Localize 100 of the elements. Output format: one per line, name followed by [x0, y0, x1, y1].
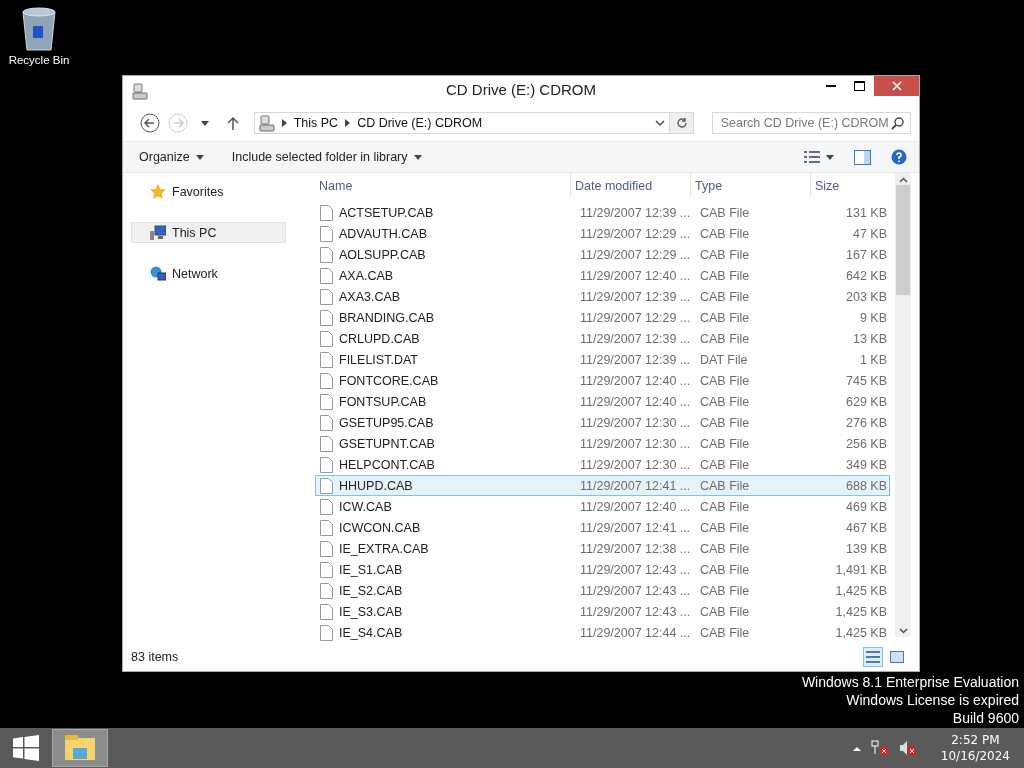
caret-icon: [826, 154, 834, 160]
size-cell-text: 167 KB: [845, 247, 887, 262]
speaker-muted-icon[interactable]: [898, 740, 917, 756]
column-header[interactable]: Size: [810, 173, 890, 198]
nav-item[interactable]: This PC: [131, 222, 286, 243]
file-name: ADVAUTH.CAB: [339, 226, 427, 241]
file-row[interactable]: GSETUP95.CAB 11/29/2007 12:30 ... CAB File 276 KB: [315, 412, 890, 433]
file-row[interactable]: IE_S3.CAB 11/29/2007 12:43 ... CAB File 1,425 KB: [315, 601, 890, 622]
type-cell-text: CAB File: [699, 373, 751, 388]
date-cell-text: 11/29/2007 12:43 ...: [579, 604, 692, 619]
caret-icon: [413, 154, 422, 160]
date-cell-text: 11/29/2007 12:29 ...: [579, 247, 692, 262]
type-cell-text: CAB File: [699, 541, 751, 556]
file-row[interactable]: ADVAUTH.CAB 11/29/2007 12:29 ... CAB File 47 KB: [315, 223, 890, 244]
file-row[interactable]: IE_S1.CAB 11/29/2007 12:43 ... CAB File 1,491 KB: [315, 559, 890, 580]
address-bar[interactable]: This PC CD Drive (E:) CDROM: [253, 112, 670, 134]
file-icon: [320, 540, 333, 557]
type-cell-text: CAB File: [699, 499, 751, 514]
refresh-button[interactable]: [669, 112, 694, 134]
file-name: ICWCON.CAB: [339, 520, 421, 535]
file-row[interactable]: FONTSUP.CAB 11/29/2007 12:40 ... CAB File 629 KB: [315, 391, 890, 412]
file-name: AXA.CAB: [339, 268, 394, 283]
file-row[interactable]: FONTCORE.CAB 11/29/2007 12:40 ... CAB File 745 KB: [315, 370, 890, 391]
file-row[interactable]: FILELIST.DAT 11/29/2007 12:39 ... DAT File 1 KB: [315, 349, 890, 370]
clock[interactable]: 2:52 PM 10/16/2024: [940, 732, 1010, 764]
breadcrumb[interactable]: CD Drive (E:) CDROM: [357, 116, 483, 130]
scroll-down-icon[interactable]: [898, 628, 908, 634]
view-options-button[interactable]: [804, 151, 834, 163]
recycle-bin-icon[interactable]: [19, 6, 59, 52]
file-icon: [320, 561, 333, 578]
file-row[interactable]: IE_S2.CAB 11/29/2007 12:43 ... CAB File 1,425 KB: [315, 580, 890, 601]
file-row[interactable]: AXA3.CAB 11/29/2007 12:39 ... CAB File 203 KB: [315, 286, 890, 307]
file-name: HELPCONT.CAB: [339, 457, 435, 472]
preview-pane-button[interactable]: [854, 149, 871, 165]
file-row[interactable]: GSETUPNT.CAB 11/29/2007 12:30 ... CAB File 256 KB: [315, 433, 890, 454]
file-icon: [320, 456, 333, 473]
file-row[interactable]: AOLSUPP.CAB 11/29/2007 12:29 ... CAB File 167 KB: [315, 244, 890, 265]
file-name: IE_EXTRA.CAB: [339, 541, 429, 556]
nav-item[interactable]: Network: [131, 263, 286, 284]
help-button[interactable]: [891, 149, 907, 165]
type-cell-text: CAB File: [699, 457, 751, 472]
size-cell-text: 9 KB: [858, 310, 887, 325]
file-row[interactable]: HELPCONT.CAB 11/29/2007 12:30 ... CAB File 349 KB: [315, 454, 890, 475]
file-name: ACTSETUP.CAB: [339, 205, 434, 220]
show-hidden-icons-icon[interactable]: [852, 745, 861, 751]
chevron-down-icon[interactable]: [654, 120, 665, 126]
file-row[interactable]: HHUPD.CAB 11/29/2007 12:41 ... CAB File 688 KB: [315, 475, 890, 496]
file-row[interactable]: IE_EXTRA.CAB 11/29/2007 12:38 ... CAB File 139 KB: [315, 538, 890, 559]
date-cell-text: 11/29/2007 12:44 ...: [579, 625, 692, 640]
date-cell-text: 11/29/2007 12:40 ...: [579, 268, 692, 283]
computer-icon: [150, 224, 166, 241]
file-row[interactable]: ICWCON.CAB 11/29/2007 12:41 ... CAB File 467 KB: [315, 517, 890, 538]
date-cell-text: 11/29/2007 12:38 ...: [579, 541, 692, 556]
file-icon: [320, 582, 333, 599]
date-cell-text: 11/29/2007 12:39 ...: [579, 352, 692, 367]
back-button[interactable]: [139, 112, 161, 134]
type-cell-text: CAB File: [699, 331, 751, 346]
command-button[interactable]: Organize: [139, 150, 204, 164]
caret-icon: [195, 154, 204, 160]
file-name: FONTSUP.CAB: [339, 394, 427, 409]
date-cell-text: 11/29/2007 12:30 ...: [579, 415, 692, 430]
size-cell-text: 629 KB: [845, 394, 887, 409]
size-cell-text: 1,425 KB: [834, 604, 887, 619]
file-name: AOLSUPP.CAB: [339, 247, 426, 262]
date-cell-text: 11/29/2007 12:30 ...: [579, 436, 692, 451]
file-row[interactable]: ACTSETUP.CAB 11/29/2007 12:39 ... CAB File 131 KB: [315, 202, 890, 223]
desktop-icon-label[interactable]: Recycle Bin: [8, 54, 70, 66]
details-view-button[interactable]: [863, 647, 883, 667]
scroll-up-icon[interactable]: [898, 177, 908, 183]
file-row[interactable]: ICW.CAB 11/29/2007 12:40 ... CAB File 469 KB: [315, 496, 890, 517]
file-row[interactable]: AXA.CAB 11/29/2007 12:40 ... CAB File 642 KB: [315, 265, 890, 286]
size-cell-text: 469 KB: [845, 499, 887, 514]
windows-logo-icon: [13, 735, 39, 761]
network-error-icon[interactable]: [870, 740, 889, 756]
type-cell-text: CAB File: [699, 583, 751, 598]
size-cell-text: 688 KB: [845, 478, 887, 493]
column-header[interactable]: Name: [315, 173, 570, 198]
file-name: CRLUPD.CAB: [339, 331, 420, 346]
close-icon: [891, 81, 902, 91]
scrollbar[interactable]: [895, 173, 911, 637]
file-icon: [320, 519, 333, 536]
column-header[interactable]: Type: [690, 173, 810, 198]
search-field[interactable]: Search CD Drive (E:) CDROM: [711, 112, 911, 134]
nav-item[interactable]: Favorites: [131, 181, 286, 202]
file-row[interactable]: IE_S4.CAB 11/29/2007 12:44 ... CAB File 1,425 KB: [315, 622, 890, 643]
file-icon: [320, 225, 333, 242]
date-cell-text: 11/29/2007 12:30 ...: [579, 457, 692, 472]
breadcrumb[interactable]: This PC: [293, 116, 339, 130]
file-name: IE_S2.CAB: [339, 583, 403, 598]
file-icon: [320, 393, 333, 410]
date-cell-text: 11/29/2007 12:43 ...: [579, 583, 692, 598]
file-row[interactable]: BRANDING.CAB 11/29/2007 12:29 ... CAB File 9 KB: [315, 307, 890, 328]
scroll-thumb[interactable]: [896, 185, 910, 295]
type-cell-text: CAB File: [699, 436, 751, 451]
type-cell-text: CAB File: [699, 520, 751, 535]
file-row[interactable]: CRLUPD.CAB 11/29/2007 12:39 ... CAB File 13 KB: [315, 328, 890, 349]
date-cell-text: 11/29/2007 12:41 ...: [579, 520, 692, 535]
command-button[interactable]: Include selected folder in library: [231, 150, 422, 164]
date-cell-text: 11/29/2007 12:29 ...: [579, 310, 692, 325]
column-header[interactable]: Date modified: [570, 173, 690, 198]
